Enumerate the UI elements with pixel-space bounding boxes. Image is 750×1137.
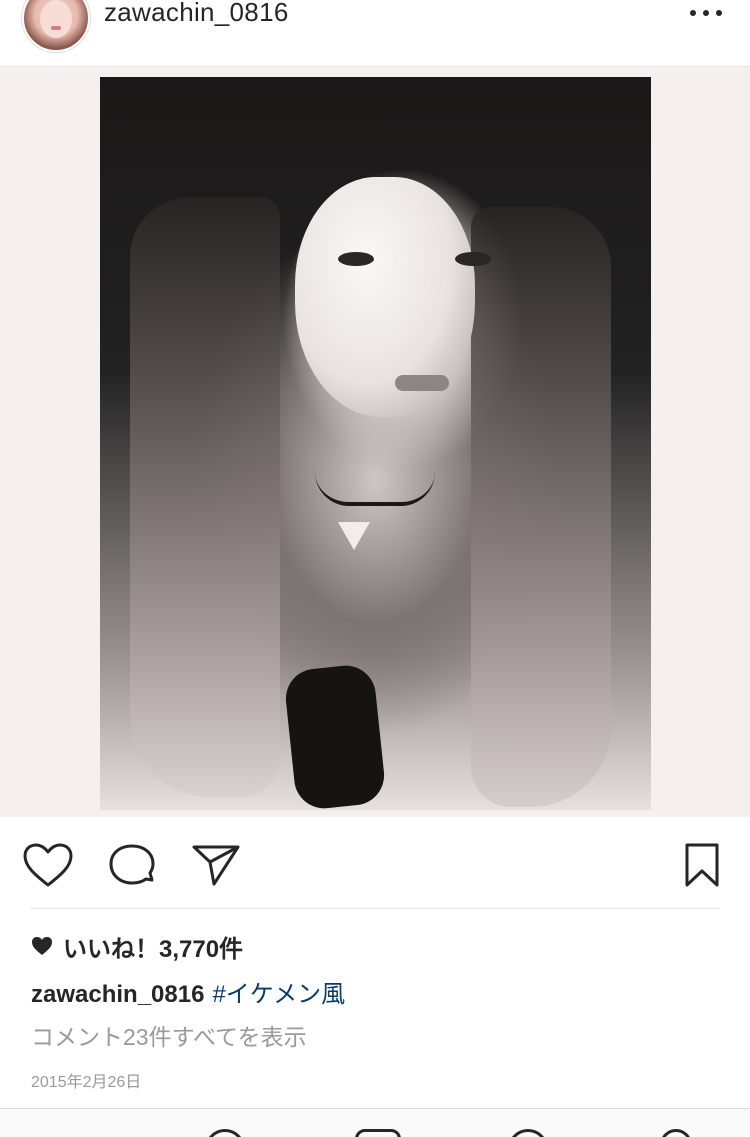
paper-plane-icon[interactable]: [190, 842, 242, 888]
photo-pendant: [338, 522, 370, 550]
comment-bubble-icon[interactable]: [106, 842, 158, 888]
view-all-comments-link[interactable]: コメント23件すべてを表示: [31, 1018, 307, 1052]
more-options-icon[interactable]: [690, 6, 722, 20]
action-bar: [0, 817, 750, 909]
post-photo[interactable]: [100, 77, 651, 812]
caption-username[interactable]: zawachin_0816: [31, 981, 204, 1008]
tab-bar: [0, 1108, 750, 1137]
photo-eye-right: [455, 252, 491, 266]
avatar[interactable]: [22, 0, 90, 52]
photo-choker: [315, 472, 435, 506]
more-dot: [690, 10, 696, 16]
photo-lips: [395, 375, 449, 391]
more-dot: [703, 10, 709, 16]
post-header: zawachin_0816: [0, 0, 750, 67]
photo-sunglasses: [282, 662, 388, 812]
likes-text: いいね！3,770件: [63, 935, 244, 963]
bookmark-icon[interactable]: [680, 842, 724, 888]
avatar-face: [40, 0, 72, 38]
likes-count[interactable]: いいね！3,770件: [31, 930, 244, 963]
post-date: 2015年2月26日: [31, 1074, 142, 1091]
photo-eye-left: [338, 252, 374, 266]
heart-outline-icon[interactable]: [22, 842, 74, 888]
post-image-area[interactable]: [0, 67, 750, 817]
photo-hair-right: [471, 207, 611, 807]
heart-filled-icon: [31, 936, 53, 956]
more-dot: [716, 10, 722, 16]
post-username[interactable]: zawachin_0816: [104, 0, 289, 28]
divider: [30, 908, 720, 909]
caption-hashtag[interactable]: #イケメン風: [212, 981, 345, 1008]
caption: zawachin_0816 #イケメン風: [31, 974, 345, 1009]
photo-hair-left: [130, 197, 280, 797]
avatar-lips: [51, 26, 61, 30]
